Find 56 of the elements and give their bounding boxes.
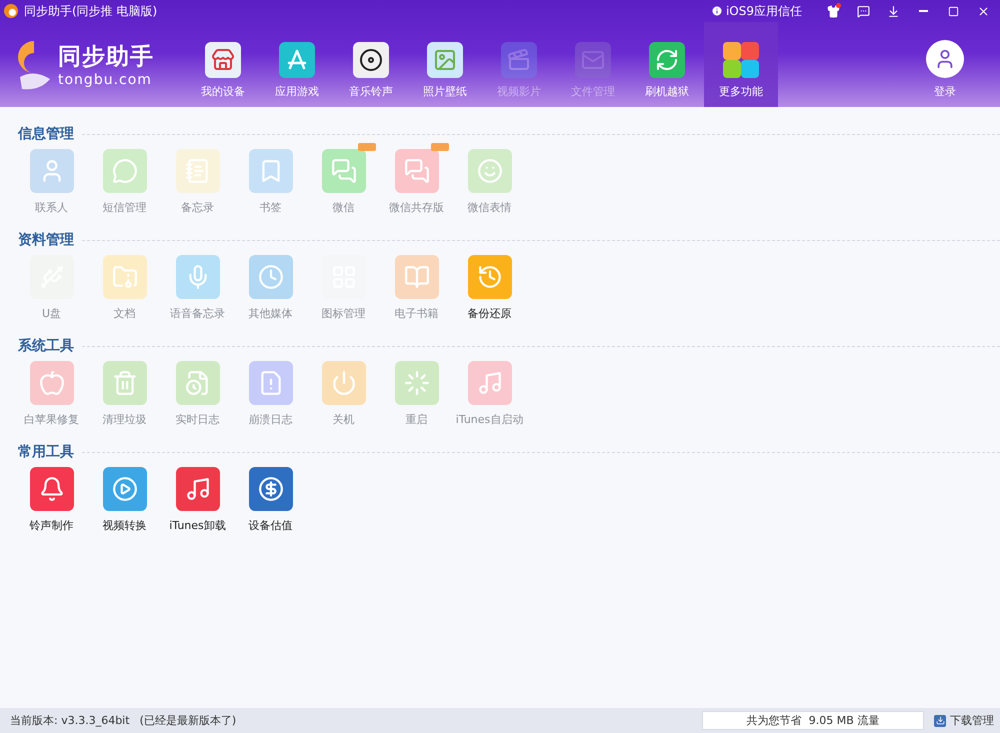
shirt-icon bbox=[826, 4, 840, 18]
dollar-icon bbox=[258, 476, 284, 502]
clapperboard-icon bbox=[507, 48, 531, 72]
download-arrow-icon bbox=[886, 4, 900, 18]
speech-bubble-icon bbox=[112, 158, 138, 184]
download-manager-link[interactable]: 下载管理 bbox=[934, 713, 994, 728]
app-logo-icon bbox=[4, 4, 18, 18]
logo-name: 同步助手 bbox=[58, 43, 154, 72]
traffic-saved-field: 共为您节省 9.05 MB 流量 bbox=[702, 711, 924, 730]
nav-tab[interactable]: 刷机越狱 bbox=[630, 22, 704, 107]
trash-icon bbox=[112, 370, 138, 396]
nav-tab[interactable]: 更多功能 bbox=[704, 22, 778, 107]
notification-dot bbox=[836, 3, 841, 8]
chat-icon bbox=[856, 4, 870, 18]
logo-site: tongbu.com bbox=[58, 72, 153, 88]
music-note-icon bbox=[184, 476, 210, 502]
log-file-icon bbox=[184, 370, 210, 396]
section-title: 资料管理 bbox=[18, 231, 74, 249]
section-title: 信息管理 bbox=[18, 125, 74, 143]
envelope-icon bbox=[581, 48, 605, 72]
maximize-icon bbox=[948, 6, 958, 16]
chat-bubbles-icon bbox=[330, 158, 356, 184]
apple-icon bbox=[38, 370, 64, 396]
nav-tab[interactable]: 照片壁纸 bbox=[408, 22, 482, 107]
notepad-icon bbox=[184, 158, 210, 184]
play-icon bbox=[112, 476, 138, 502]
minimize-icon bbox=[918, 10, 928, 12]
bell-icon bbox=[38, 476, 64, 502]
open-book-icon bbox=[404, 264, 430, 290]
download-icon bbox=[936, 716, 944, 725]
chat-bubbles-icon bbox=[404, 158, 430, 184]
smiley-icon bbox=[476, 158, 502, 184]
color-grid-icon bbox=[723, 42, 759, 78]
restore-icon bbox=[476, 264, 502, 290]
section-title: 常用工具 bbox=[18, 443, 74, 461]
nav-tab[interactable]: 我的设备 bbox=[186, 22, 260, 107]
section-title: 系统工具 bbox=[18, 337, 74, 355]
nav-tab[interactable]: 音乐铃声 bbox=[334, 22, 408, 107]
power-icon bbox=[330, 370, 356, 396]
close-icon bbox=[976, 4, 990, 18]
refresh-icon bbox=[655, 48, 679, 72]
record-icon bbox=[359, 48, 383, 72]
trust-link[interactable]: iOS9应用信任 bbox=[710, 2, 802, 20]
nav-tab[interactable]: 应用游戏 bbox=[260, 22, 334, 107]
photo-icon bbox=[433, 48, 457, 72]
folder-icon bbox=[112, 264, 138, 290]
login-avatar-button[interactable] bbox=[926, 40, 964, 78]
store-icon bbox=[211, 48, 235, 72]
music-note-icon bbox=[476, 370, 502, 396]
info-icon bbox=[710, 5, 723, 17]
version-note: (已经是最新版本了) bbox=[140, 713, 236, 728]
version-text: 当前版本: v3.3.3_64bit bbox=[10, 713, 130, 728]
login-label[interactable]: 登录 bbox=[934, 84, 956, 99]
app-store-icon bbox=[285, 48, 309, 72]
window-title: 同步助手(同步推 电脑版) bbox=[24, 2, 158, 20]
loading-icon bbox=[404, 370, 430, 396]
